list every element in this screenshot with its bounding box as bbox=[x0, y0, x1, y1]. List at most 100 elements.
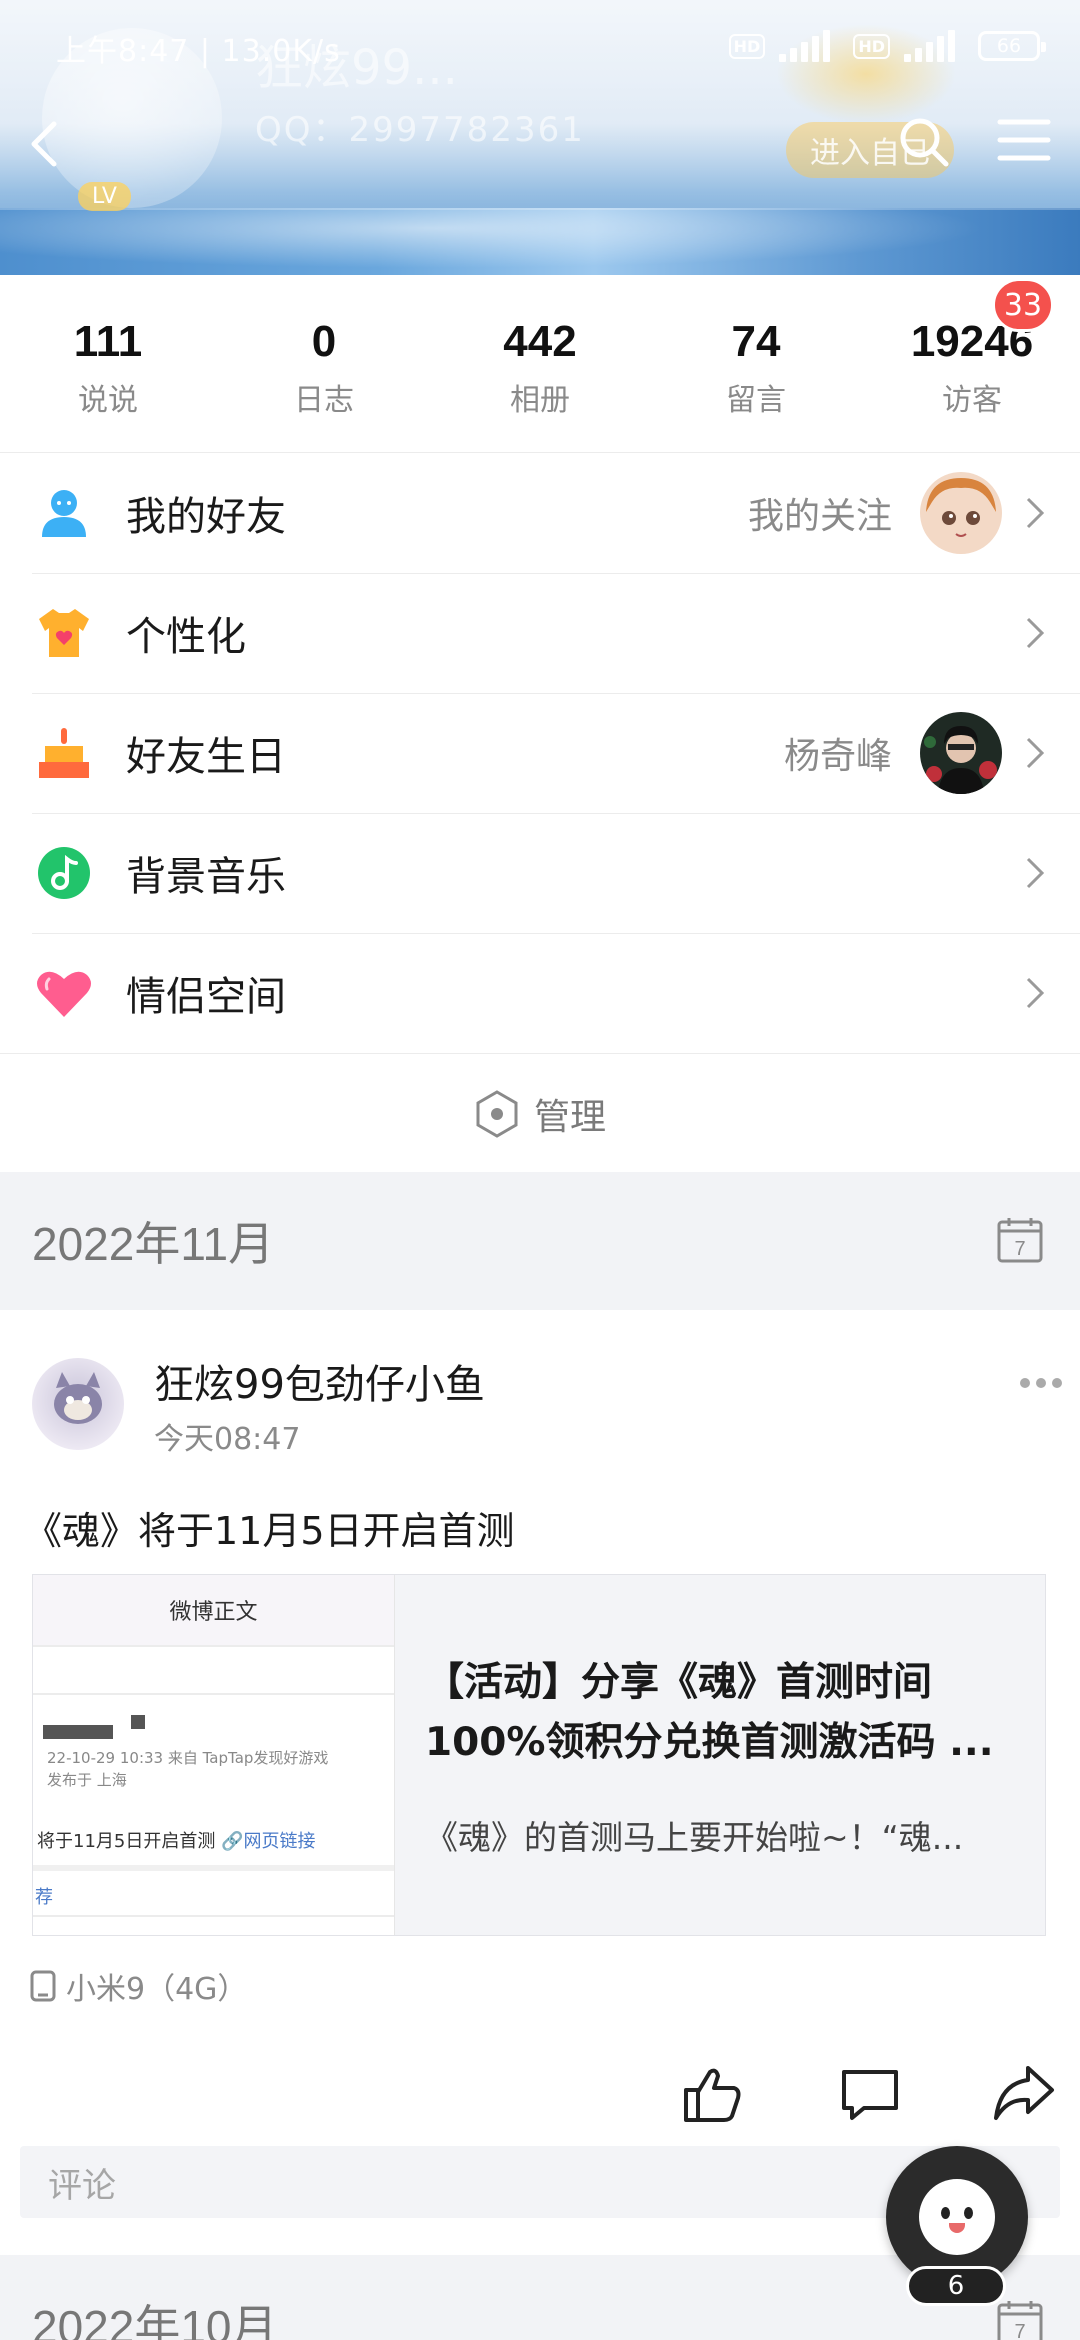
thumbnail-recommend: 荐 bbox=[35, 1887, 53, 1908]
qzone-profile-page: 狂炫99... QQ：2997782361 LV 进入自己 上午8:47 | 1… bbox=[0, 0, 1080, 2340]
post-author-name[interactable]: 狂炫99包劲仔小鱼 bbox=[154, 1352, 485, 1410]
stat-value: 442 bbox=[503, 317, 577, 366]
pet-badge: 6 bbox=[906, 2266, 1006, 2306]
stat-label: 相册 bbox=[510, 383, 570, 418]
thumbnail-text: 将于11月5日开启首测 bbox=[37, 1831, 216, 1852]
month-title: 2022年10月 bbox=[32, 2301, 278, 2340]
settings-hexagon-icon bbox=[476, 1089, 518, 1138]
stat-blogs[interactable]: 0 日志 bbox=[216, 275, 432, 452]
phone-icon bbox=[30, 1970, 56, 2002]
thumbnail-text-row: 将于11月5日开启首测 🔗网页链接 bbox=[37, 1827, 316, 1853]
stat-messages[interactable]: 74 留言 bbox=[648, 275, 864, 452]
menu-label: 好友生日 bbox=[126, 734, 286, 780]
link-card-title-line: 100%领积分兑换首测激活码 ... bbox=[425, 1720, 994, 1765]
stat-value: 111 bbox=[73, 317, 143, 366]
comment-bubble-icon[interactable] bbox=[838, 2062, 902, 2126]
stat-label: 说说 bbox=[78, 383, 138, 418]
heart-icon bbox=[34, 963, 94, 1023]
post-device: 小米9（4G） bbox=[30, 1964, 247, 2008]
thumbnail-link: 🔗网页链接 bbox=[221, 1831, 316, 1852]
link-thumbnail: 微博正文 22-10-29 10:33 来自 TapTap发现好游戏 发布于 上… bbox=[33, 1575, 395, 1935]
thumbnail-divider bbox=[33, 1693, 394, 1695]
hamburger-menu-icon[interactable] bbox=[996, 116, 1052, 164]
link-card-description: 《魂》的首测马上要开始啦~！“魂... bbox=[425, 1818, 964, 1857]
device-name: 小米9（4G） bbox=[66, 1972, 248, 2007]
following-avatar bbox=[920, 472, 1002, 554]
status-time: 上午8:47 | 13.0K/s bbox=[56, 34, 341, 69]
menu-item-personalize[interactable]: 个性化 bbox=[0, 573, 1080, 693]
shared-link-card[interactable]: 微博正文 22-10-29 10:33 来自 TapTap发现好游戏 发布于 上… bbox=[32, 1574, 1046, 1936]
profile-qq-number: QQ：2997782361 bbox=[255, 110, 585, 150]
battery-icon: 66 bbox=[978, 31, 1046, 61]
chevron-right-icon bbox=[1026, 497, 1045, 529]
chevron-right-icon bbox=[1026, 737, 1045, 769]
menu-label: 个性化 bbox=[126, 614, 246, 660]
stat-visitors[interactable]: 19246 访客 33 bbox=[864, 275, 1080, 452]
calendar-day: 7 bbox=[1014, 1238, 1025, 1260]
cover-image bbox=[0, 208, 1080, 275]
profile-header: 狂炫99... QQ：2997782361 LV 进入自己 上午8:47 | 1… bbox=[0, 0, 1080, 275]
status-bar: 上午8:47 | 13.0K/s HD HD 66 bbox=[0, 22, 1080, 74]
friends-icon bbox=[34, 483, 94, 543]
birthday-friend-name: 杨奇峰 bbox=[783, 736, 892, 777]
stat-label: 留言 bbox=[726, 383, 786, 418]
chevron-right-icon bbox=[1026, 977, 1045, 1009]
calendar-icon[interactable]: 7 bbox=[996, 2299, 1044, 2340]
stat-posts[interactable]: 111 说说 bbox=[0, 275, 216, 452]
visitor-count-badge: 33 bbox=[992, 278, 1054, 332]
link-card-title-line: 【活动】分享《魂》首测时间 bbox=[425, 1660, 933, 1705]
stat-label: 日志 bbox=[294, 383, 354, 418]
stat-value: 0 bbox=[311, 317, 337, 366]
stat-albums[interactable]: 442 相册 bbox=[432, 275, 648, 452]
stat-label: 访客 bbox=[942, 383, 1002, 418]
menu-item-couple-space[interactable]: 情侣空间 bbox=[0, 933, 1080, 1053]
manage-label: 管理 bbox=[533, 1096, 606, 1138]
more-options-icon[interactable] bbox=[1018, 1376, 1064, 1390]
menu-label: 情侣空间 bbox=[126, 974, 286, 1020]
thumbnail-redaction bbox=[131, 1715, 145, 1729]
chevron-right-icon bbox=[1026, 617, 1045, 649]
thumbnail-redaction bbox=[43, 1725, 113, 1739]
post-author-avatar[interactable] bbox=[32, 1358, 124, 1450]
stat-value: 19246 bbox=[910, 317, 1034, 366]
cake-icon bbox=[34, 723, 94, 783]
post-timestamp: 今天08:47 bbox=[154, 1422, 301, 1457]
calendar-day: 7 bbox=[1014, 2321, 1025, 2340]
tshirt-icon bbox=[34, 603, 94, 663]
menu-label: 我的好友 bbox=[126, 494, 286, 540]
thumbnail-meta-line: 22-10-29 10:33 来自 TapTap发现好游戏 bbox=[47, 1749, 329, 1767]
pet-mouth bbox=[949, 2223, 965, 2233]
my-following-label: 我的关注 bbox=[747, 496, 892, 537]
thumbnail-header: 微博正文 bbox=[33, 1575, 394, 1645]
chevron-right-icon bbox=[1026, 857, 1045, 889]
link-card-title: 【活动】分享《魂》首测时间 100%领积分兑换首测激活码 ... bbox=[425, 1653, 1025, 1773]
month-header-november: 2022年11月 7 bbox=[0, 1172, 1080, 1310]
search-icon[interactable] bbox=[896, 114, 952, 170]
like-thumb-icon[interactable] bbox=[680, 2062, 744, 2126]
month-title: 2022年11月 bbox=[32, 1218, 275, 1270]
level-badge: LV bbox=[78, 182, 131, 211]
menu-label: 背景音乐 bbox=[126, 854, 286, 900]
menu-item-friends[interactable]: 我的好友 我的关注 bbox=[0, 453, 1080, 573]
status-indicators: HD HD 66 bbox=[728, 30, 1046, 62]
manage-button[interactable]: 管理 bbox=[0, 1053, 1080, 1173]
feed-post: 狂炫99包劲仔小鱼 今天08:47 《魂》将于11月5日开启首测 微博正文 22… bbox=[0, 1310, 1080, 2255]
menu-item-birthdays[interactable]: 好友生日 杨奇峰 bbox=[0, 693, 1080, 813]
signal-icon bbox=[779, 30, 839, 62]
thumbnail-meta: 22-10-29 10:33 来自 TapTap发现好游戏 发布于 上海 bbox=[47, 1747, 328, 1791]
post-text: 《魂》将于11月5日开启首测 bbox=[24, 1509, 515, 1553]
calendar-icon[interactable]: 7 bbox=[996, 1216, 1044, 1264]
menu-item-music[interactable]: 背景音乐 bbox=[0, 813, 1080, 933]
signal-icon-2 bbox=[904, 30, 964, 62]
hd-icon-2: HD bbox=[853, 33, 890, 59]
stats-bar: 111 说说 0 日志 442 相册 74 留言 19246 访客 33 bbox=[0, 275, 1080, 453]
thumbnail-divider bbox=[33, 1645, 394, 1647]
share-arrow-icon[interactable] bbox=[992, 2062, 1056, 2126]
thumbnail-divider bbox=[33, 1915, 394, 1917]
thumbnail-divider bbox=[33, 1865, 394, 1871]
thumbnail-meta-line: 发布于 上海 bbox=[47, 1771, 127, 1789]
music-icon bbox=[34, 843, 94, 903]
hd-icon: HD bbox=[728, 33, 766, 59]
birthday-friend-avatar bbox=[920, 712, 1002, 794]
back-arrow-icon[interactable] bbox=[22, 118, 66, 170]
